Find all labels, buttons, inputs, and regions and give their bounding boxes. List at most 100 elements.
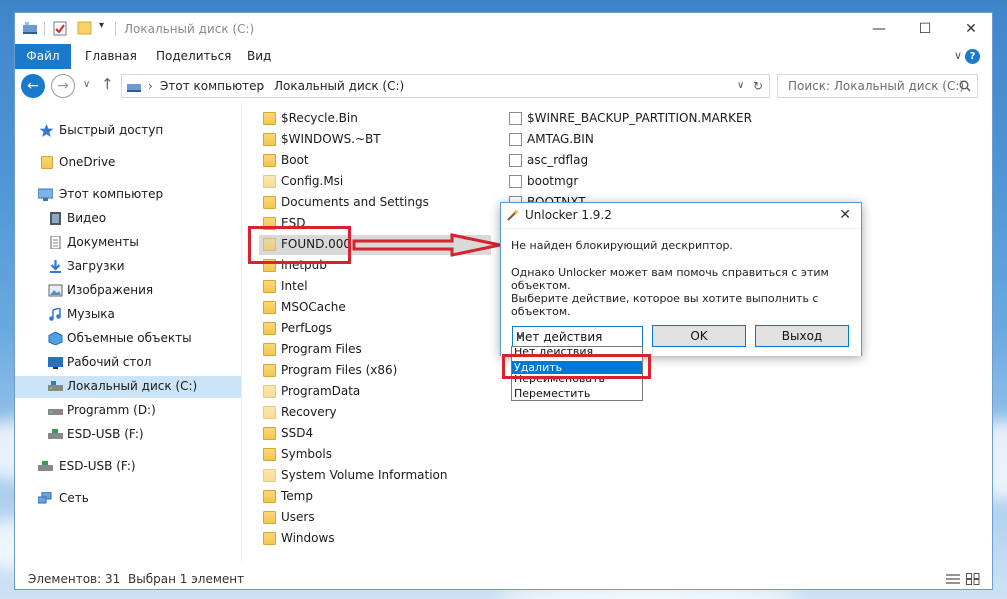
list-item[interactable]: System Volume Information: [263, 466, 493, 486]
tab-view[interactable]: Вид: [247, 44, 271, 69]
details-view-icon[interactable]: [946, 573, 960, 585]
sidebar-item-onedrive[interactable]: OneDrive: [15, 152, 241, 174]
list-item[interactable]: Symbols: [263, 445, 493, 465]
help-icon[interactable]: ?: [965, 49, 980, 64]
action-select[interactable]: Нет действия ∨: [512, 326, 643, 347]
list-item[interactable]: Windows: [263, 529, 493, 549]
refresh-icon[interactable]: ↻: [753, 79, 763, 93]
list-item[interactable]: ProgramData: [263, 382, 493, 402]
download-icon: [50, 260, 61, 273]
list-item[interactable]: $WINDOWS.~BT: [263, 130, 493, 150]
properties-icon[interactable]: [53, 21, 67, 36]
tab-share[interactable]: Поделиться: [156, 44, 231, 69]
wand-icon: [507, 209, 519, 221]
maximize-button[interactable]: ☐: [902, 13, 948, 44]
sidebar-item-label: Сеть: [59, 491, 89, 505]
close-button[interactable]: ✕: [948, 13, 992, 44]
sidebar-item-local-disk-c[interactable]: Локальный диск (C:): [15, 376, 241, 398]
list-item[interactable]: Boot: [263, 151, 493, 171]
sidebar-item-downloads[interactable]: Загрузки: [15, 256, 241, 278]
sidebar-item-this-pc[interactable]: Этот компьютер: [15, 184, 241, 206]
folder-icon: [263, 427, 276, 440]
system-menu-icon[interactable]: [23, 21, 39, 35]
sidebar-item-esd-usb-f-root[interactable]: ESD-USB (F:): [15, 456, 241, 478]
list-item[interactable]: SSD4: [263, 424, 493, 444]
folder-icon: [41, 156, 53, 169]
exit-button[interactable]: Выход: [755, 325, 849, 347]
sidebar-item-network[interactable]: Сеть: [15, 488, 241, 510]
sidebar-item-label: Рабочий стол: [67, 355, 152, 369]
file-name: MSOCache: [281, 300, 346, 314]
option-move[interactable]: Переместить: [512, 387, 642, 400]
search-icon: [959, 80, 971, 92]
file-name: Symbols: [281, 447, 332, 461]
list-item[interactable]: Temp: [263, 487, 493, 507]
pane-divider[interactable]: [241, 103, 242, 563]
folder-icon: [263, 154, 276, 167]
file-name: Temp: [281, 489, 313, 503]
list-item[interactable]: Intel: [263, 277, 493, 297]
qat-dropdown-icon[interactable]: ▾: [99, 20, 104, 31]
item-count: Элементов: 31: [28, 572, 121, 586]
sidebar-item-label: Документы: [67, 235, 139, 249]
sidebar-item-programm-d[interactable]: Programm (D:): [15, 400, 241, 422]
address-bar[interactable]: › Этот компьютер › Локальный диск (C:) ∨…: [121, 74, 770, 98]
dialog-message-3: Выберите действие, которое вы хотите вып…: [511, 292, 819, 318]
minimize-button[interactable]: —: [856, 13, 902, 44]
forward-button[interactable]: →: [51, 74, 75, 98]
list-item[interactable]: Documents and Settings: [263, 193, 493, 213]
file-name: ProgramData: [281, 384, 361, 398]
address-dropdown-icon[interactable]: ∨: [737, 80, 744, 91]
up-button[interactable]: ↑: [101, 75, 114, 93]
breadcrumb-local-disk[interactable]: Локальный диск (C:): [274, 79, 404, 93]
file-name: asc_rdflag: [527, 153, 589, 167]
sidebar-item-music[interactable]: Музыка: [15, 304, 241, 326]
list-item[interactable]: MSOCache: [263, 298, 493, 318]
tab-file[interactable]: Файл: [15, 44, 71, 69]
back-button[interactable]: ←: [21, 74, 45, 98]
sidebar-item-3d-objects[interactable]: Объемные объекты: [15, 328, 241, 350]
sidebar-item-esd-usb-f[interactable]: ESD-USB (F:): [15, 424, 241, 446]
computer-icon: [38, 188, 53, 201]
new-folder-icon[interactable]: [77, 21, 93, 35]
chevron-down-icon: ∨: [516, 329, 525, 342]
list-item[interactable]: Recovery: [263, 403, 493, 423]
list-item[interactable]: Program Files (x86): [263, 361, 493, 381]
dialog-title-bar: Unlocker 1.9.2 ✕: [501, 203, 861, 228]
list-item[interactable]: $Recycle.Bin: [263, 109, 493, 129]
file-name: Users: [281, 510, 315, 524]
file-name: Program Files (x86): [281, 363, 398, 377]
list-item[interactable]: AMTAG.BIN: [509, 130, 769, 150]
large-icons-view-icon[interactable]: [966, 573, 980, 585]
sidebar-item-pictures[interactable]: Изображения: [15, 280, 241, 302]
list-item[interactable]: Config.Msi: [263, 172, 493, 192]
ok-button[interactable]: OK: [652, 325, 746, 347]
sidebar-item-video[interactable]: Видео: [15, 208, 241, 230]
sidebar-item-quick-access[interactable]: Быстрый доступ: [15, 120, 241, 142]
sidebar-item-documents[interactable]: Документы: [15, 232, 241, 254]
folder-icon: [263, 133, 276, 146]
sidebar-item-label: Programm (D:): [67, 403, 156, 417]
breadcrumb-separator-icon: ›: [260, 79, 265, 93]
list-item[interactable]: bootmgr: [509, 172, 769, 192]
ribbon-tabs: Файл Главная Поделиться Вид ∨ ?: [15, 44, 992, 69]
ribbon-expand-icon[interactable]: ∨: [954, 49, 962, 62]
list-item[interactable]: Program Files: [263, 340, 493, 360]
tab-home[interactable]: Главная: [85, 44, 137, 69]
folder-icon: [263, 469, 276, 482]
dialog-close-button[interactable]: ✕: [839, 207, 851, 223]
folder-icon: [263, 448, 276, 461]
annotation-highlight-box: [248, 226, 351, 264]
search-input[interactable]: Поиск: Локальный диск (C:): [777, 74, 978, 98]
list-item[interactable]: $WINRE_BACKUP_PARTITION.MARKER: [509, 109, 769, 129]
breadcrumb-this-pc[interactable]: Этот компьютер: [160, 79, 264, 93]
star-icon: [39, 124, 54, 137]
recent-locations-icon[interactable]: ∨: [83, 79, 90, 90]
desktop-icon: [48, 357, 63, 369]
navigation-bar: ← → ∨ ↑ › Этот компьютер › Локальный дис…: [15, 70, 992, 101]
list-item[interactable]: asc_rdflag: [509, 151, 769, 171]
list-item[interactable]: PerfLogs: [263, 319, 493, 339]
file-name: Recovery: [281, 405, 337, 419]
list-item[interactable]: Users: [263, 508, 493, 528]
sidebar-item-desktop[interactable]: Рабочий стол: [15, 352, 241, 374]
